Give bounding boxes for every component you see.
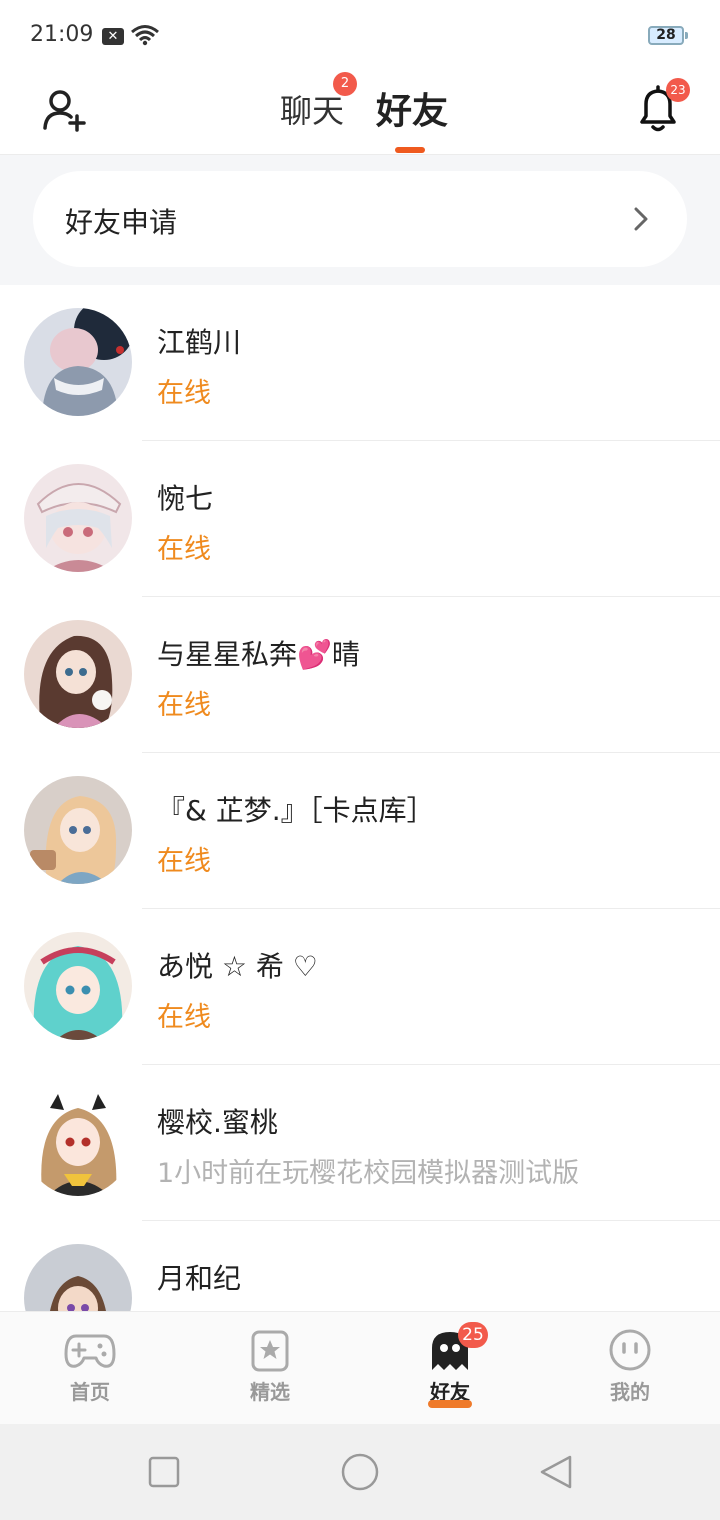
nav-home[interactable]: 首页 xyxy=(0,1312,180,1425)
add-friend-icon[interactable] xyxy=(40,84,90,134)
recent-apps-icon[interactable] xyxy=(148,1456,180,1488)
system-nav-bar xyxy=(0,1424,720,1520)
battery-level: 28 xyxy=(656,27,676,43)
friend-name: 江鹤川 xyxy=(157,326,242,359)
star-bookmark-icon xyxy=(251,1330,289,1372)
bottom-nav: 首页 精选 25 好友 我的 xyxy=(0,1311,720,1425)
friend-row[interactable]: 樱校.蜜桃 1小时前在玩樱花校园模拟器测试版 xyxy=(0,1065,720,1221)
nav-friends[interactable]: 25 好友 xyxy=(360,1312,540,1425)
avatar[interactable] xyxy=(24,1088,132,1196)
friend-list: 江鹤川 在线 惋七 在线 与星星私奔💕晴 在线 『& 芷梦.』［卡点库］ 在线 … xyxy=(0,285,720,1311)
friend-status: 在线 xyxy=(157,846,211,877)
tab-friends[interactable]: 好友 xyxy=(376,82,448,134)
tab-indicator xyxy=(395,147,425,153)
top-header: 聊天 2 好友 23 xyxy=(0,72,720,155)
home-circle-icon[interactable] xyxy=(340,1452,380,1492)
chat-badge: 2 xyxy=(333,72,357,96)
friend-status: 在线 xyxy=(157,690,211,721)
back-triangle-icon[interactable] xyxy=(538,1454,574,1490)
friend-status: 在线 xyxy=(157,1002,211,1033)
friend-request-button[interactable]: 好友申请 xyxy=(33,171,687,267)
friend-row[interactable]: 月和纪 xyxy=(0,1221,720,1311)
battery-icon: 28 xyxy=(648,26,684,45)
gamepad-icon xyxy=(64,1334,116,1368)
nav-home-label: 首页 xyxy=(70,1380,110,1404)
nav-active-indicator xyxy=(428,1400,472,1408)
friend-row[interactable]: 与星星私奔💕晴 在线 xyxy=(0,597,720,753)
nav-featured[interactable]: 精选 xyxy=(180,1312,360,1425)
face-icon xyxy=(609,1329,651,1371)
friend-name: 『& 芷梦.』［卡点库］ xyxy=(157,794,435,827)
avatar[interactable] xyxy=(24,464,132,572)
wifi-icon xyxy=(131,25,159,46)
friend-name: 与星星私奔💕晴 xyxy=(157,638,360,671)
nav-featured-label: 精选 xyxy=(250,1380,290,1404)
friend-request-label: 好友申请 xyxy=(65,206,178,239)
friend-status: 在线 xyxy=(157,534,211,565)
nav-me[interactable]: 我的 xyxy=(540,1312,720,1425)
friend-row[interactable]: 江鹤川 在线 xyxy=(0,285,720,441)
avatar[interactable] xyxy=(24,1244,132,1311)
avatar[interactable] xyxy=(24,932,132,1040)
notification-x-icon: ✕ xyxy=(102,28,124,45)
avatar[interactable] xyxy=(24,308,132,416)
chevron-right-icon xyxy=(634,207,648,231)
friend-status: 在线 xyxy=(157,378,211,409)
avatar[interactable] xyxy=(24,776,132,884)
friend-name: 樱校.蜜桃 xyxy=(157,1106,278,1139)
friend-row[interactable]: 『& 芷梦.』［卡点库］ 在线 xyxy=(0,753,720,909)
battery-tip xyxy=(685,32,688,39)
friend-name: あ悦 ☆ 希 ♡ xyxy=(157,950,318,983)
status-bar: 21:09 ✕ 28 xyxy=(0,0,720,72)
friend-request-section: 好友申请 xyxy=(0,155,720,285)
friend-name: 惋七 xyxy=(157,482,214,515)
notification-badge: 23 xyxy=(666,78,690,102)
tab-chat[interactable]: 聊天 xyxy=(280,86,344,132)
avatar[interactable] xyxy=(24,620,132,728)
status-time: 21:09 xyxy=(30,22,94,47)
nav-me-label: 我的 xyxy=(610,1380,650,1404)
friend-status: 1小时前在玩樱花校园模拟器测试版 xyxy=(157,1158,580,1189)
friend-row[interactable]: あ悦 ☆ 希 ♡ 在线 xyxy=(0,909,720,1065)
friends-badge: 25 xyxy=(458,1322,488,1348)
friend-row[interactable]: 惋七 在线 xyxy=(0,441,720,597)
friend-name: 月和纪 xyxy=(157,1262,242,1295)
